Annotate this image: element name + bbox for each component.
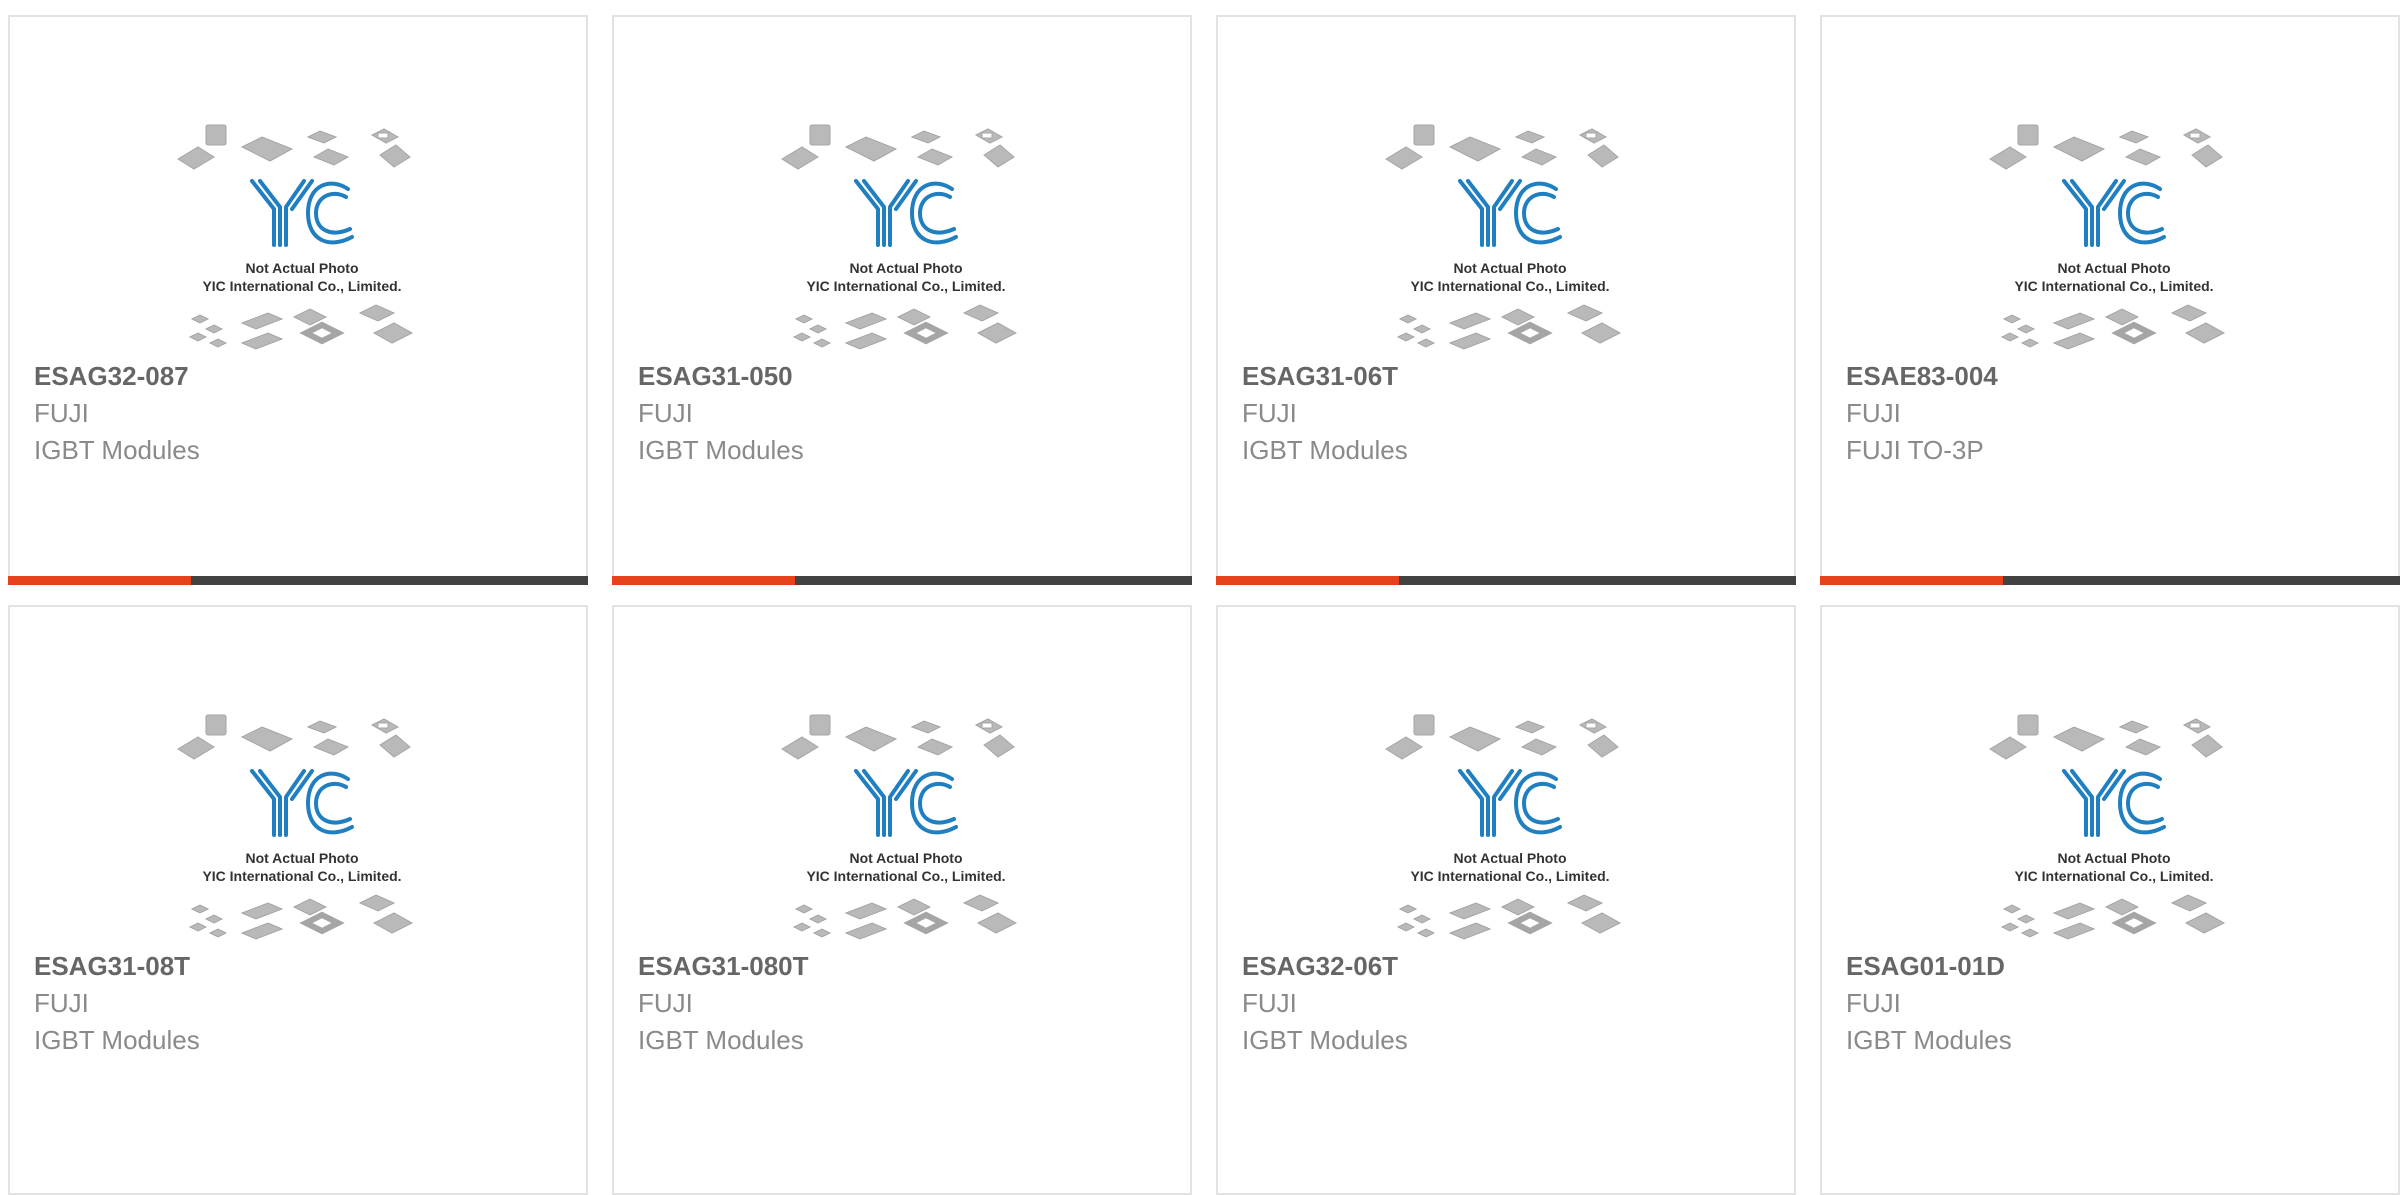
product-card[interactable]: Not Actual Photo YIC International Co., … (612, 605, 1192, 1195)
product-placeholder-image: Not Actual Photo YIC International Co., … (1378, 687, 1648, 957)
manufacturer: FUJI (1846, 398, 1901, 428)
svg-text:Not Actual Photo: Not Actual Photo (1453, 850, 1566, 866)
product-placeholder-image: Not Actual Photo YIC International Co., … (774, 687, 1044, 957)
svg-text:Not Actual Photo: Not Actual Photo (245, 260, 358, 276)
part-number[interactable]: ESAG32-06T (1242, 951, 1398, 982)
svg-text:Not Actual Photo: Not Actual Photo (245, 850, 358, 866)
manufacturer: FUJI (1242, 398, 1297, 428)
svg-text:YIC International Co., Limited: YIC International Co., Limited. (202, 278, 401, 294)
category: IGBT Modules (34, 1025, 200, 1055)
product-card[interactable]: Not Actual Photo YIC International Co., … (8, 15, 588, 585)
manufacturer: FUJI (1846, 988, 1901, 1018)
product-card[interactable]: Not Actual Photo YIC International Co., … (1216, 15, 1796, 585)
manufacturer: FUJI (638, 988, 693, 1018)
svg-text:YIC International Co., Limited: YIC International Co., Limited. (2014, 278, 2213, 294)
part-number[interactable]: ESAG01-01D (1846, 951, 2005, 982)
part-number[interactable]: ESAG31-080T (638, 951, 809, 982)
svg-text:YIC International Co., Limited: YIC International Co., Limited. (806, 278, 1005, 294)
product-card[interactable]: Not Actual Photo YIC International Co., … (8, 605, 588, 1195)
product-placeholder-image: Not Actual Photo YIC International Co., … (774, 97, 1044, 367)
svg-text:YIC International Co., Limited: YIC International Co., Limited. (202, 868, 401, 884)
manufacturer: FUJI (34, 988, 89, 1018)
svg-text:Not Actual Photo: Not Actual Photo (2057, 850, 2170, 866)
product-grid: Not Actual Photo YIC International Co., … (0, 0, 2400, 1195)
svg-text:YIC International Co., Limited: YIC International Co., Limited. (2014, 868, 2213, 884)
category: IGBT Modules (638, 1025, 804, 1055)
category: IGBT Modules (1846, 1025, 2012, 1055)
card-footer-accent (8, 576, 191, 585)
card-footer-accent (612, 576, 795, 585)
svg-text:YIC International Co., Limited: YIC International Co., Limited. (806, 868, 1005, 884)
category: IGBT Modules (638, 435, 804, 465)
product-card[interactable]: Not Actual Photo YIC International Co., … (1820, 605, 2400, 1195)
svg-text:Not Actual Photo: Not Actual Photo (2057, 260, 2170, 276)
card-footer-bar (1820, 576, 2400, 585)
product-placeholder-image: Not Actual Photo YIC International Co., … (1982, 687, 2252, 957)
part-number[interactable]: ESAG31-08T (34, 951, 190, 982)
category: FUJI TO-3P (1846, 435, 1984, 465)
part-number[interactable]: ESAG31-06T (1242, 361, 1398, 392)
svg-text:Not Actual Photo: Not Actual Photo (1453, 260, 1566, 276)
product-placeholder-image: Not Actual Photo YIC International Co., … (170, 97, 440, 367)
product-card[interactable]: Not Actual Photo YIC International Co., … (1216, 605, 1796, 1195)
manufacturer: FUJI (638, 398, 693, 428)
part-number[interactable]: ESAG31-050 (638, 361, 793, 392)
product-placeholder-image: Not Actual Photo YIC International Co., … (170, 687, 440, 957)
part-number[interactable]: ESAE83-004 (1846, 361, 1998, 392)
card-footer-accent (1216, 576, 1399, 585)
category: IGBT Modules (1242, 1025, 1408, 1055)
product-card[interactable]: Not Actual Photo YIC International Co., … (1820, 15, 2400, 585)
category: IGBT Modules (34, 435, 200, 465)
product-card[interactable]: Not Actual Photo YIC International Co., … (612, 15, 1192, 585)
product-placeholder-image: Not Actual Photo YIC International Co., … (1378, 97, 1648, 367)
card-footer-bar (1216, 576, 1796, 585)
svg-text:Not Actual Photo: Not Actual Photo (849, 850, 962, 866)
svg-text:YIC International Co., Limited: YIC International Co., Limited. (1410, 278, 1609, 294)
part-number[interactable]: ESAG32-087 (34, 361, 189, 392)
card-footer-bar (8, 576, 588, 585)
card-footer-bar (612, 576, 1192, 585)
svg-text:YIC International Co., Limited: YIC International Co., Limited. (1410, 868, 1609, 884)
category: IGBT Modules (1242, 435, 1408, 465)
svg-text:Not Actual Photo: Not Actual Photo (849, 260, 962, 276)
product-placeholder-image: Not Actual Photo YIC International Co., … (1982, 97, 2252, 367)
manufacturer: FUJI (34, 398, 89, 428)
card-footer-accent (1820, 576, 2003, 585)
manufacturer: FUJI (1242, 988, 1297, 1018)
